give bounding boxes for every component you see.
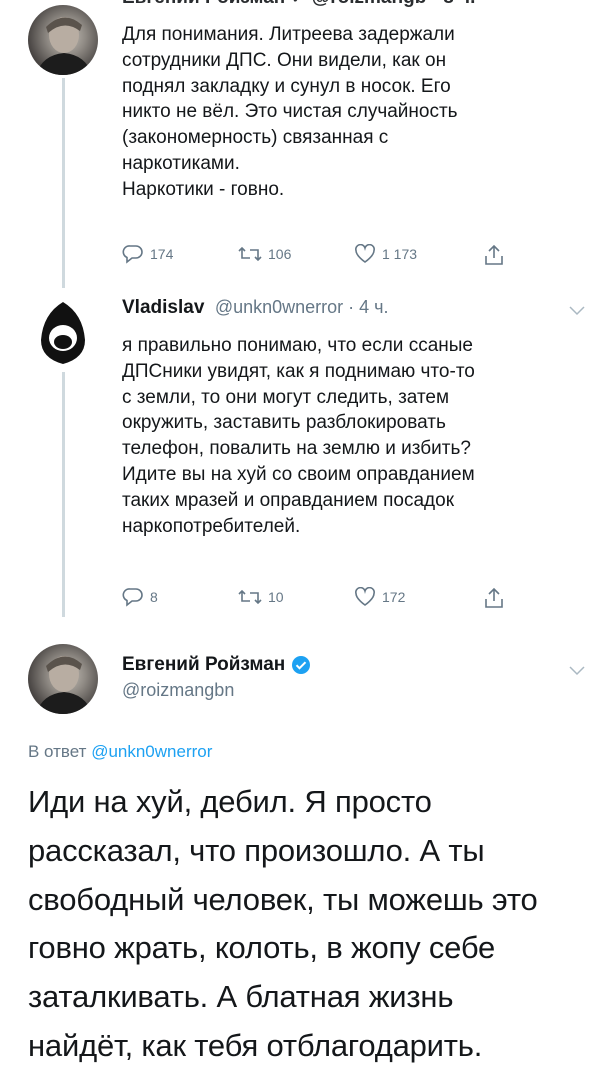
verified-badge-icon <box>292 656 311 674</box>
heart-icon <box>355 244 375 263</box>
reply-count: 8 <box>150 589 158 605</box>
handle[interactable]: @roizmangbn <box>122 680 311 701</box>
tweet-menu[interactable] <box>568 664 586 682</box>
tweet-2-header: Vladislav @unkn0wnerror · 4 ч. <box>122 297 389 319</box>
like-count: 172 <box>382 589 406 605</box>
tweet-text: Для понимания. Литреева задержали сотруд… <box>122 24 458 200</box>
tweet-menu[interactable] <box>568 304 586 322</box>
display-name[interactable]: Vladislav <box>122 297 204 318</box>
avatar[interactable] <box>28 298 98 368</box>
anonymous-hood-icon <box>41 302 85 364</box>
reply-to-link[interactable]: @unkn0wnerror <box>91 742 212 761</box>
retweet-button[interactable]: 106 <box>238 244 291 264</box>
retweet-icon <box>238 589 262 605</box>
display-name[interactable]: Евгений Ройзман <box>122 654 285 676</box>
retweet-count: 106 <box>268 246 292 262</box>
chevron-down-icon <box>569 306 585 316</box>
chevron-down-icon <box>569 666 585 676</box>
handle-time[interactable]: @unkn0wnerror · 4 ч. <box>215 297 389 317</box>
person-photo-icon <box>36 656 92 714</box>
thread-line <box>62 78 65 288</box>
share-icon <box>485 244 503 265</box>
reply-prefix: В ответ <box>28 742 87 761</box>
retweet-button[interactable]: 10 <box>238 587 284 607</box>
tweet-1[interactable]: Евгений Ройзман ✓ @roizmangb · 8 ч. Для … <box>0 0 612 290</box>
tweet-1-header-cut: Евгений Ройзман ✓ @roizmangb · 8 ч. <box>122 0 475 9</box>
avatar[interactable] <box>28 5 98 75</box>
person-photo-icon <box>36 17 92 75</box>
like-count: 1 173 <box>382 246 418 262</box>
tweet-text: Иди на хуй, дебил. Я просто рассказал, ч… <box>28 784 538 1063</box>
tweet-text: я правильно понимаю, что если ссаные ДПС… <box>122 335 475 537</box>
share-button[interactable] <box>484 587 504 609</box>
reply-button[interactable]: 8 <box>122 587 158 607</box>
share-button[interactable] <box>484 244 504 266</box>
tweet-3-focused[interactable]: Евгений Ройзман @roizmangbn В ответ @unk… <box>0 630 612 1072</box>
like-button[interactable]: 1 173 <box>354 244 417 264</box>
reply-count: 174 <box>150 246 174 262</box>
reply-icon <box>122 588 143 607</box>
reply-to-line: В ответ @unkn0wnerror <box>28 742 212 762</box>
thread-line <box>62 372 65 617</box>
author-block: Евгений Ройзман @roizmangbn <box>122 654 311 701</box>
retweet-icon <box>238 246 262 262</box>
share-icon <box>485 587 503 608</box>
avatar[interactable] <box>28 644 98 714</box>
tweet-2[interactable]: Vladislav @unkn0wnerror · 4 ч. я правиль… <box>0 290 612 620</box>
reply-icon <box>122 245 143 264</box>
heart-icon <box>355 587 375 606</box>
like-button[interactable]: 172 <box>354 587 405 607</box>
reply-button[interactable]: 174 <box>122 244 173 264</box>
retweet-count: 10 <box>268 589 284 605</box>
